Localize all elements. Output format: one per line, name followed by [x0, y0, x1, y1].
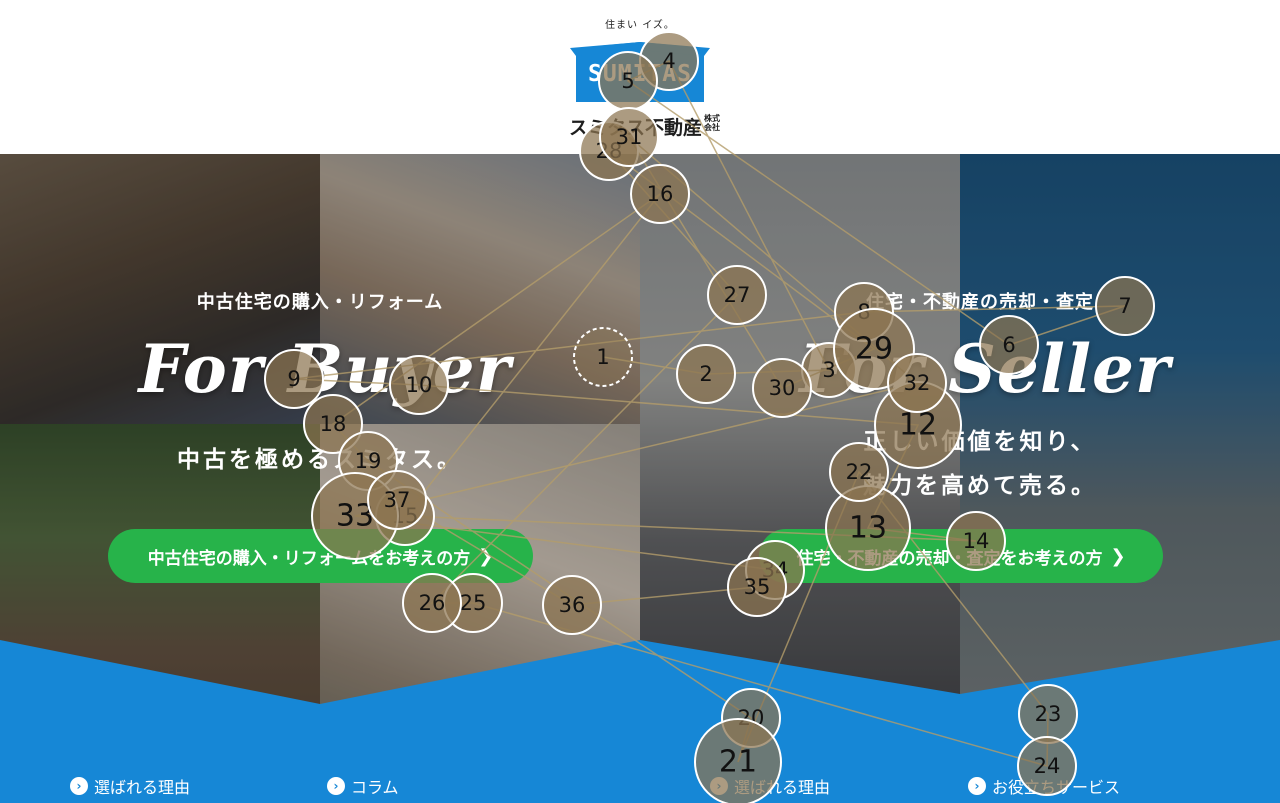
seller-title: For Seller: [799, 330, 1171, 408]
buyer-cta-label: 中古住宅の購入・リフォームをお考えの方: [147, 548, 471, 569]
seller-tagline: 正しい価値を知り、 魅力を高めて売る。: [863, 429, 1097, 499]
seller-cta-label: 住宅・不動産の売却・査定をお考えの方: [796, 548, 1103, 569]
nav-link-useful-services[interactable]: › お役立ちサービス: [968, 773, 1120, 799]
site-header: 住まい イズ。 SUMITAS スミタス不動産 株式 会社: [0, 0, 1280, 154]
chevron-right-circle-icon: ›: [968, 777, 986, 795]
buyer-title: For Buyer: [138, 330, 512, 408]
hero-section: 中古住宅の購入・リフォーム For Buyer 中古を極めるスミタス。 中古住宅…: [0, 154, 1280, 803]
company-name: スミタス不動産: [568, 117, 702, 139]
sumitas-logo[interactable]: 住まい イズ。 SUMITAS スミタス不動産 株式 会社: [558, 14, 722, 139]
buyer-tagline: 中古を極めるスミタス。: [177, 447, 463, 473]
chevron-right-icon: ❯: [1110, 545, 1126, 567]
nav-link-reasons-buyer[interactable]: › 選ばれる理由: [70, 773, 190, 799]
chevron-right-circle-icon: ›: [710, 777, 728, 795]
logo-tagline: 住まい イズ。: [605, 20, 675, 31]
nav-link-reasons-seller[interactable]: › 選ばれる理由: [710, 773, 830, 799]
logo-wordmark: SUMITAS: [588, 61, 692, 87]
chevron-right-circle-icon: ›: [327, 777, 345, 795]
seller-subtitle: 住宅・不動産の売却・査定: [866, 292, 1094, 313]
company-suffix: 株式 会社: [704, 114, 720, 132]
chevron-right-circle-icon: ›: [70, 777, 88, 795]
nav-link-column[interactable]: › コラム: [327, 773, 399, 799]
chevron-right-icon: ❯: [478, 545, 494, 567]
buyer-subtitle: 中古住宅の購入・リフォーム: [196, 292, 444, 313]
buyer-cta-button[interactable]: 中古住宅の購入・リフォームをお考えの方 ❯: [108, 529, 533, 583]
seller-cta-button[interactable]: 住宅・不動産の売却・査定をお考えの方 ❯: [759, 529, 1163, 583]
